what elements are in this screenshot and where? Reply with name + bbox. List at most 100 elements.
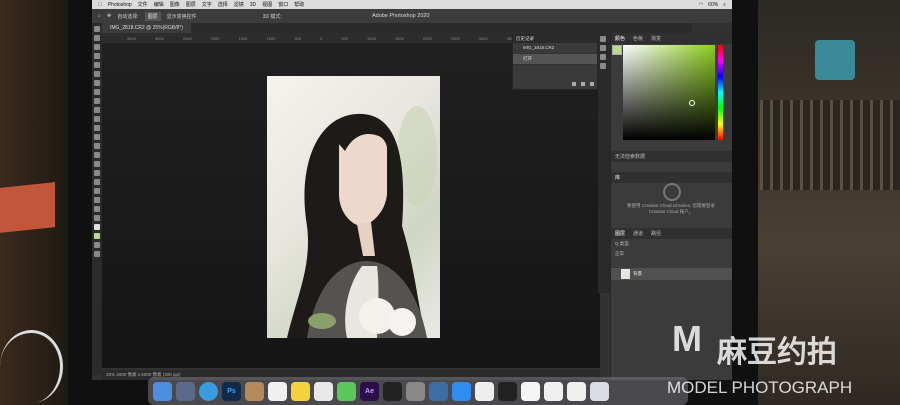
layer-filter[interactable]: Q 类型 — [611, 239, 732, 249]
music-icon[interactable] — [314, 381, 333, 401]
menu-image[interactable]: 图像 — [170, 1, 180, 8]
finder-icon[interactable] — [153, 381, 172, 401]
zoom-icon[interactable] — [94, 206, 100, 212]
screen-mode-icon[interactable] — [94, 251, 100, 257]
battery-level[interactable]: 60% — [708, 2, 718, 8]
history-panel-title[interactable]: 历史记录 — [513, 35, 597, 43]
messages-icon[interactable] — [337, 381, 356, 401]
blur-icon[interactable] — [94, 143, 100, 149]
show-transform-label[interactable]: 显示变换控件 — [167, 13, 197, 20]
photoshop-icon[interactable]: Ps — [222, 381, 241, 401]
menu-filter[interactable]: 滤镜 — [234, 1, 244, 8]
shape-icon[interactable] — [94, 188, 100, 194]
photos-icon[interactable] — [521, 381, 540, 401]
tab-libraries[interactable]: 库 — [615, 174, 620, 181]
healing-icon[interactable] — [94, 89, 100, 95]
wifi-icon[interactable]: ◠ — [699, 2, 703, 8]
snapshot-icon[interactable] — [581, 82, 585, 86]
path-select-icon[interactable] — [94, 179, 100, 185]
trash-icon[interactable] — [590, 381, 609, 401]
calendar-icon[interactable] — [268, 381, 287, 401]
tab-gradients[interactable]: 渐变 — [651, 35, 661, 42]
move-tool-icon[interactable]: ✥ — [107, 13, 111, 19]
menu-file[interactable]: 文件 — [138, 1, 148, 8]
crop-icon[interactable] — [94, 62, 100, 68]
picker-cursor[interactable] — [689, 100, 695, 106]
background-color-swatch[interactable] — [94, 233, 100, 239]
menu-view[interactable]: 视图 — [262, 1, 272, 8]
system-preferences-icon[interactable] — [406, 381, 425, 401]
trash-icon[interactable] — [590, 82, 594, 86]
apple-icon[interactable]:  — [98, 2, 102, 8]
menu-select[interactable]: 选择 — [218, 1, 228, 8]
menu-app-name[interactable]: Photoshop — [108, 2, 132, 8]
quick-select-icon[interactable] — [94, 53, 100, 59]
metal-shelf — [760, 100, 900, 190]
ruler-tick: 2500 — [182, 35, 192, 41]
tab-channels[interactable]: 通道 — [633, 230, 643, 237]
safari-icon[interactable] — [199, 381, 218, 401]
adjustments-tabs: 无法检索数据 — [611, 151, 732, 162]
tab-color[interactable]: 颜色 — [615, 35, 625, 42]
eyedropper-icon[interactable] — [94, 80, 100, 86]
launchpad-icon[interactable] — [176, 381, 195, 401]
move-icon[interactable] — [94, 26, 100, 32]
dodge-icon[interactable] — [94, 152, 100, 158]
search-icon[interactable]: ⌕ — [723, 2, 726, 8]
menu-edit[interactable]: 编辑 — [154, 1, 164, 8]
contacts-icon[interactable] — [245, 381, 264, 401]
eraser-icon[interactable] — [94, 125, 100, 131]
tab-paths[interactable]: 路径 — [651, 230, 661, 237]
tab-layers[interactable]: 图层 — [615, 230, 625, 237]
ruler-tick: 3000 — [154, 35, 164, 41]
properties-icon[interactable] — [600, 45, 606, 51]
history-panel-icon[interactable] — [600, 36, 606, 42]
document-icon[interactable] — [544, 381, 563, 401]
menu-window[interactable]: 窗口 — [278, 1, 288, 8]
stamp-icon[interactable] — [94, 107, 100, 113]
history-brush-icon[interactable] — [94, 116, 100, 122]
lasso-icon[interactable] — [94, 44, 100, 50]
frame-icon[interactable] — [94, 71, 100, 77]
appstore-icon[interactable] — [452, 381, 471, 401]
menu-type[interactable]: 文字 — [202, 1, 212, 8]
menu-3d[interactable]: 3D — [250, 2, 256, 8]
final-cut-icon[interactable] — [383, 381, 402, 401]
pen-icon[interactable] — [94, 161, 100, 167]
type-icon[interactable] — [94, 170, 100, 176]
ruler-tick: 2000 — [210, 35, 220, 41]
new-document-icon[interactable] — [572, 82, 576, 86]
gradient-icon[interactable] — [94, 134, 100, 140]
layer-background[interactable]: 背景 — [611, 268, 732, 280]
finder2-icon[interactable] — [475, 381, 494, 401]
auto-select-label[interactable]: 自动选择: — [117, 13, 138, 20]
hand-icon[interactable] — [94, 197, 100, 203]
ruler-tick: 3000 — [478, 35, 488, 41]
history-snapshot[interactable]: IMG_2818.CR2 — [513, 43, 597, 54]
foreground-swatch[interactable] — [612, 45, 622, 55]
document-tab[interactable]: IMG_2818.CR2 @ 25%(RGB/8*) — [102, 23, 191, 33]
paragraph-icon[interactable] — [600, 63, 606, 69]
auto-select-dropdown[interactable]: 图层 — [144, 11, 161, 21]
menu-layer[interactable]: 图层 — [186, 1, 196, 8]
qq-icon[interactable] — [498, 381, 517, 401]
portrait-photo[interactable] — [267, 76, 440, 338]
after-effects-icon[interactable]: Ae — [360, 381, 379, 401]
history-actions — [572, 82, 594, 86]
brush-icon[interactable] — [94, 98, 100, 104]
blend-mode-dropdown[interactable]: 正常 — [611, 249, 732, 259]
more-tools-icon[interactable] — [94, 215, 100, 221]
tab-swatches[interactable]: 色板 — [633, 35, 643, 42]
notes-icon[interactable] — [291, 381, 310, 401]
document2-icon[interactable] — [567, 381, 586, 401]
menu-help[interactable]: 帮助 — [294, 1, 304, 8]
quicktime-icon[interactable] — [429, 381, 448, 401]
hue-slider[interactable] — [718, 45, 723, 140]
color-picker-field[interactable] — [623, 45, 715, 140]
home-icon[interactable]: ⌂ — [98, 13, 101, 19]
brush-settings-icon[interactable] — [600, 54, 606, 60]
quick-mask-icon[interactable] — [94, 242, 100, 248]
marquee-icon[interactable] — [94, 35, 100, 41]
history-state-open[interactable]: 打开 — [513, 54, 597, 65]
foreground-color-swatch[interactable] — [94, 224, 100, 230]
